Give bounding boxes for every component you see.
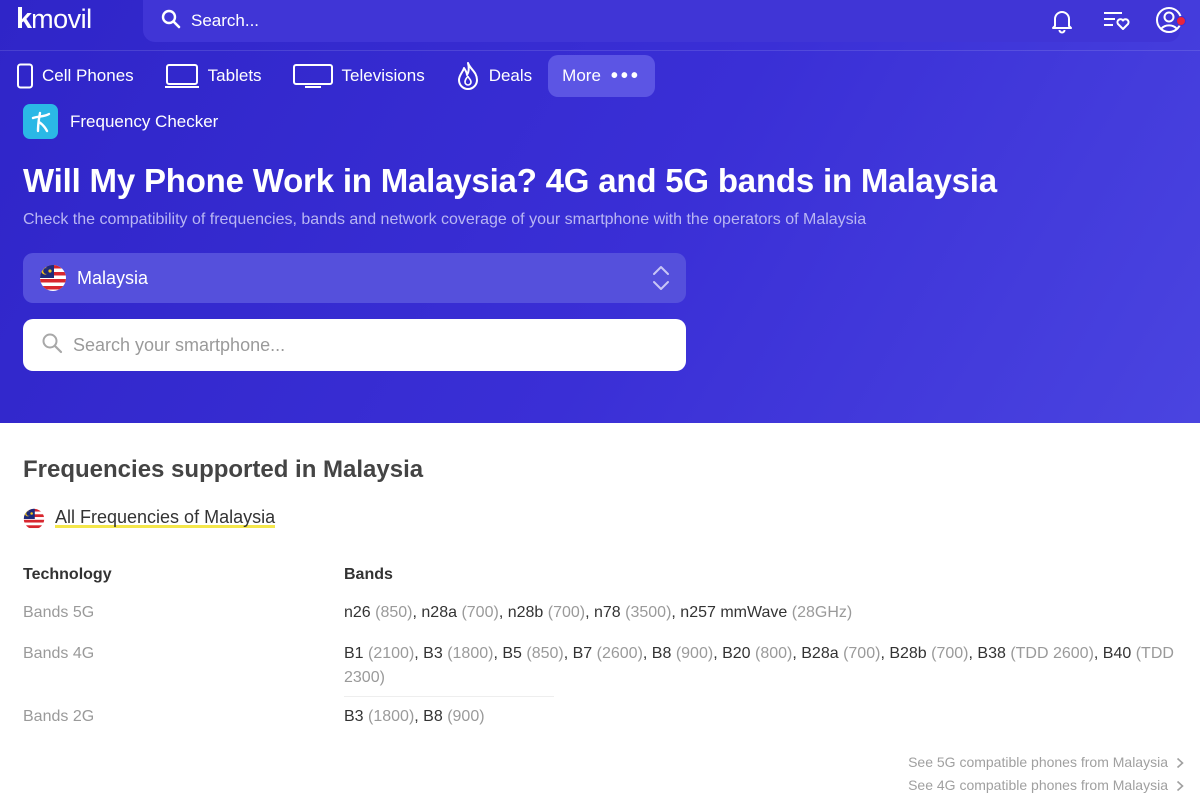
band-name: B28a (801, 645, 839, 662)
top-icons (1046, 4, 1186, 36)
nav-item-label: Tablets (207, 66, 262, 85)
column-header-bands: Bands (344, 566, 393, 583)
page-title: Will My Phone Work in Malaysia? 4G and 5… (23, 162, 997, 199)
band-name: B20 (722, 645, 751, 662)
page-subtitle: Check the compatibility of frequencies, … (23, 211, 867, 228)
logo-text: movil (31, 3, 92, 34)
band-name: B7 (572, 645, 593, 662)
tablet-icon (164, 63, 200, 89)
band-frequency: (850) (526, 645, 564, 662)
band-name: n78 (594, 604, 621, 621)
band-name: B1 (344, 645, 364, 662)
chevron-right-icon (1176, 780, 1184, 792)
band-frequency: (700) (547, 604, 586, 621)
nav-item-deals[interactable]: Deals (455, 55, 532, 97)
more-dots-icon: ••• (610, 65, 641, 87)
country-select-value: Malaysia (77, 267, 149, 288)
band-frequency: (700) (843, 645, 881, 662)
band-frequency: (1800) (368, 708, 415, 725)
band-name: B38 (977, 645, 1006, 662)
table-row-bands: B3 (1800), B8 (900) (344, 708, 485, 725)
nav-divider (0, 50, 1200, 51)
column-header-technology: Technology (23, 566, 112, 583)
wishlist-icon[interactable] (1100, 4, 1132, 36)
band-name: B8 (423, 708, 443, 725)
band-name: B3 (423, 645, 443, 662)
flame-icon (455, 61, 481, 91)
band-name: B3 (344, 708, 364, 725)
nav-item-televisions[interactable]: Televisions (292, 55, 425, 97)
phone-search-input[interactable] (73, 334, 673, 356)
band-name: n26 (344, 604, 371, 621)
band-frequency: (900) (447, 708, 485, 725)
see-compatible-links: See 5G compatible phones from Malaysia S… (908, 751, 1184, 797)
band-frequency: (900) (675, 645, 714, 662)
table-row-technology: Bands 5G (23, 604, 95, 621)
global-search-label: Search... (191, 11, 260, 30)
band-frequency: (700) (461, 604, 499, 621)
malaysia-flag-icon (39, 264, 67, 292)
band-frequency: (3500) (625, 604, 672, 621)
country-select[interactable]: Malaysia (23, 253, 686, 303)
main-nav: Cell Phones Tablets Televisions Deals Mo… (16, 55, 655, 97)
all-frequencies-label: All Frequencies of Malaysia (55, 507, 276, 530)
nav-more-button[interactable]: More ••• (548, 55, 655, 97)
all-frequencies-link[interactable]: All Frequencies of Malaysia (23, 507, 276, 530)
search-icon (161, 9, 181, 34)
nav-item-label: Televisions (341, 66, 425, 85)
table-row-technology: Bands 4G (23, 645, 95, 662)
band-frequency: (28GHz) (791, 604, 853, 621)
band-frequency: (850) (375, 604, 413, 621)
frequency-checker-icon (23, 104, 58, 139)
brand-logo[interactable]: k movil (16, 3, 92, 35)
band-name: B5 (502, 645, 522, 662)
row-divider (344, 696, 554, 697)
frequencies-section-title: Frequencies supported in Malaysia (23, 456, 424, 483)
see-5g-label: See 5G compatible phones from Malaysia (908, 754, 1168, 770)
band-frequency: (2600) (596, 645, 643, 662)
bell-icon[interactable] (1046, 4, 1078, 36)
global-search-bar[interactable]: Search... (143, 0, 1180, 42)
notification-badge (1176, 16, 1186, 26)
nav-item-label: Deals (488, 66, 533, 85)
frequency-checker-tag[interactable]: Frequency Checker (23, 104, 218, 139)
nav-item-label: Cell Phones (42, 66, 134, 85)
nav-more-label: More (562, 66, 601, 85)
search-icon (41, 332, 63, 359)
band-name: B28b (889, 645, 927, 662)
nav-item-tablets[interactable]: Tablets (164, 55, 262, 97)
chevron-right-icon (1176, 757, 1184, 769)
band-frequency: (1800) (447, 645, 494, 662)
logo-k: k (16, 2, 32, 35)
nav-item-cell-phones[interactable]: Cell Phones (16, 55, 134, 97)
band-name: n28a (421, 604, 457, 621)
phone-search-box[interactable] (23, 319, 686, 371)
phone-icon (16, 63, 34, 89)
see-4g-phones-link[interactable]: See 4G compatible phones from Malaysia (908, 774, 1184, 797)
select-chevron-icon (650, 263, 672, 298)
tv-icon (292, 63, 334, 89)
user-account-icon[interactable] (1154, 4, 1186, 36)
malaysia-flag-icon (23, 508, 45, 530)
band-name: n257 mmWave (680, 604, 788, 621)
table-row-bands: n26 (850), n28a (700), n28b (700), n78 (… (344, 604, 853, 621)
band-frequency: (2100) (368, 645, 415, 662)
table-row-technology: Bands 2G (23, 708, 95, 725)
band-name: n28b (507, 604, 544, 621)
table-row-bands: B1 (2100), B3 (1800), B5 (850), B7 (2600… (344, 645, 1174, 686)
frequency-checker-label: Frequency Checker (70, 111, 219, 131)
band-name: B40 (1102, 645, 1132, 662)
see-5g-phones-link[interactable]: See 5G compatible phones from Malaysia (908, 751, 1184, 774)
band-frequency: (800) (755, 645, 793, 662)
band-name: B8 (651, 645, 672, 662)
see-4g-label: See 4G compatible phones from Malaysia (908, 777, 1168, 793)
band-frequency: (TDD 2600) (1010, 645, 1094, 662)
hero-banner: k movil Search... Cell Phones Tablets Te… (0, 0, 1200, 423)
band-frequency: (700) (931, 645, 969, 662)
